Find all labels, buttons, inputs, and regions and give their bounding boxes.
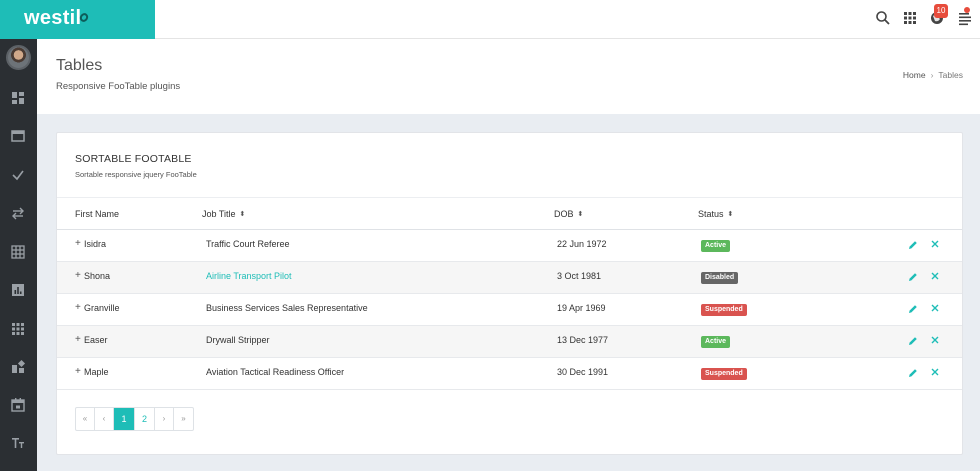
column-header-status[interactable]: Status ⬍ <box>698 209 733 219</box>
table-row[interactable]: + Granville Business Services Sales Repr… <box>57 294 962 326</box>
check-icon[interactable] <box>10 167 26 183</box>
status-badge: Suspended <box>701 304 747 316</box>
breadcrumb-separator: › <box>930 70 934 80</box>
pagination-next-button[interactable]: › <box>155 408 174 430</box>
cell-job-title: Business Services Sales Representative <box>206 303 368 313</box>
pagination-page-2[interactable]: 2 <box>135 408 155 430</box>
swap-icon[interactable] <box>10 205 26 221</box>
column-label: Status <box>698 209 724 219</box>
cell-first-name: Easer <box>84 335 108 345</box>
edit-pencil-icon[interactable] <box>907 367 919 379</box>
dashboard-icon[interactable] <box>10 90 26 106</box>
sort-icon[interactable]: ⬍ <box>240 210 246 218</box>
delete-x-icon[interactable] <box>929 366 941 378</box>
pagination-first-button[interactable]: « <box>76 408 95 430</box>
column-label: DOB <box>554 209 574 219</box>
cell-first-name: Isidra <box>84 239 107 249</box>
avatar[interactable] <box>6 45 31 70</box>
table-row[interactable]: + Easer Drywall Stripper 13 Dec 1977 Act… <box>57 326 962 358</box>
status-badge: Suspended <box>701 368 747 380</box>
cell-job-title-link[interactable]: Airline Transport Pilot <box>206 271 292 281</box>
cell-dob: 3 Oct 1981 <box>557 271 602 281</box>
table-icon[interactable] <box>10 244 26 260</box>
cell-job-title: Aviation Tactical Readiness Officer <box>206 367 345 377</box>
table-header: First Name Job Title ⬍ DOB ⬍ Status ⬍ <box>57 197 962 230</box>
top-navbar: westil 10 <box>0 0 980 39</box>
sort-icon[interactable]: ⬍ <box>728 210 734 218</box>
card-subtitle: Sortable responsive jquery FooTable <box>75 170 197 179</box>
sidebar <box>0 39 37 471</box>
column-header-first-name[interactable]: First Name <box>75 209 119 219</box>
cell-dob: 19 Apr 1969 <box>557 303 606 313</box>
delete-x-icon[interactable] <box>929 302 941 314</box>
pagination: « ‹ 1 2 › » <box>75 407 194 431</box>
row-expand-icon[interactable]: + <box>75 270 81 281</box>
brand-name: westil <box>24 7 82 29</box>
breadcrumb: Home › Tables <box>903 70 963 80</box>
chart-icon[interactable] <box>10 282 26 298</box>
delete-x-icon[interactable] <box>929 238 941 250</box>
brand-logo[interactable]: westil <box>0 0 155 39</box>
table-row[interactable]: + Isidra Traffic Court Referee 22 Jun 19… <box>57 230 962 262</box>
edit-pencil-icon[interactable] <box>907 335 919 347</box>
text-size-icon[interactable] <box>10 435 26 451</box>
cell-job-title: Drywall Stripper <box>206 335 270 345</box>
breadcrumb-current: Tables <box>938 70 963 80</box>
table-row[interactable]: + Maple Aviation Tactical Readiness Offi… <box>57 358 962 390</box>
delete-x-icon[interactable] <box>929 334 941 346</box>
delete-x-icon[interactable] <box>929 270 941 282</box>
column-header-job-title[interactable]: Job Title ⬍ <box>202 209 245 219</box>
status-badge: Disabled <box>701 272 739 284</box>
pagination-prev-button[interactable]: ‹ <box>95 408 114 430</box>
pagination-last-button[interactable]: » <box>174 408 193 430</box>
table-row[interactable]: + Shona Airline Transport Pilot 3 Oct 19… <box>57 262 962 294</box>
page-header: Tables Responsive FooTable plugins Home ›… <box>37 39 980 114</box>
cell-first-name: Granville <box>84 303 120 313</box>
page-subtitle: Responsive FooTable plugins <box>56 81 181 92</box>
column-header-dob[interactable]: DOB ⬍ <box>554 209 583 219</box>
alert-dot <box>964 7 970 13</box>
cell-job-title: Traffic Court Referee <box>206 239 290 249</box>
cell-dob: 13 Dec 1977 <box>557 335 609 345</box>
calendar-icon[interactable] <box>10 397 26 413</box>
row-expand-icon[interactable]: + <box>75 238 81 249</box>
cell-dob: 30 Dec 1991 <box>557 367 609 377</box>
row-expand-icon[interactable]: + <box>75 302 81 313</box>
status-badge: Active <box>701 336 731 348</box>
status-badge: Active <box>701 240 731 252</box>
widgets-icon[interactable] <box>10 359 26 375</box>
edit-pencil-icon[interactable] <box>907 239 919 251</box>
card-title: SORTABLE FOOTABLE <box>75 153 192 165</box>
apps-grid-icon[interactable] <box>902 10 918 26</box>
search-icon[interactable] <box>875 10 891 26</box>
cell-dob: 22 Jun 1972 <box>557 239 607 249</box>
breadcrumb-home-link[interactable]: Home <box>903 70 926 80</box>
row-expand-icon[interactable]: + <box>75 334 81 345</box>
column-label: First Name <box>75 209 120 219</box>
edit-pencil-icon[interactable] <box>907 303 919 315</box>
row-expand-icon[interactable]: + <box>75 366 81 377</box>
window-icon[interactable] <box>10 128 26 144</box>
page-title: Tables <box>56 57 103 74</box>
sort-icon[interactable]: ⬍ <box>578 210 584 218</box>
cell-first-name: Shona <box>84 271 111 281</box>
column-label: Job Title <box>202 209 236 219</box>
cell-first-name: Maple <box>84 367 109 377</box>
edit-pencil-icon[interactable] <box>907 271 919 283</box>
pagination-page-1[interactable]: 1 <box>114 408 135 430</box>
notification-badge: 10 <box>934 4 948 18</box>
grid-icon[interactable] <box>10 321 26 337</box>
table-card: SORTABLE FOOTABLE Sortable responsive jq… <box>56 132 963 455</box>
